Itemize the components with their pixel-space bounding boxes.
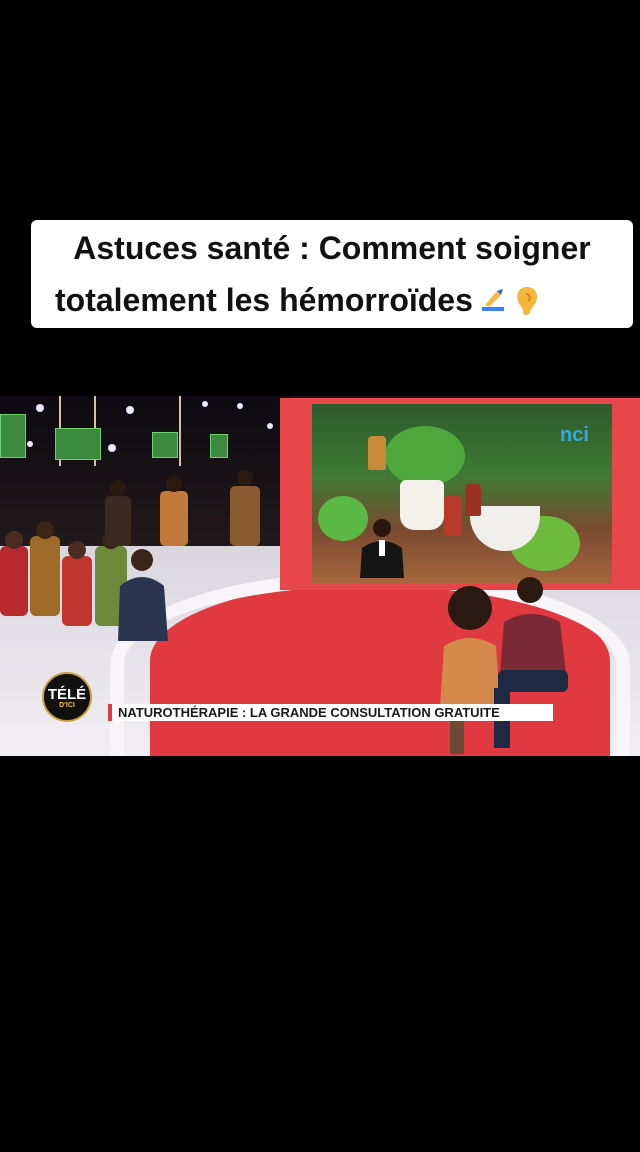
studio-monitor bbox=[55, 428, 101, 460]
caption-line-1: Astuces santé : Comment soigner bbox=[73, 230, 591, 266]
channel-logo-sub: D'ICI bbox=[59, 702, 75, 709]
video-frame[interactable]: nci TÉLÉ D'ICI NATUROTHÉRAPIE: LA GRAND… bbox=[0, 396, 640, 756]
studio-monitor bbox=[210, 434, 228, 458]
caption-line-2-text: totalement les hémorroïdes bbox=[55, 282, 473, 318]
lower-third-banner: NATUROTHÉRAPIE : LA GRANDE CONSULTATION … bbox=[108, 704, 553, 721]
caption-box: Astuces santé : Comment soigner totaleme… bbox=[31, 220, 633, 328]
herb-plant bbox=[385, 426, 465, 486]
studio-monitor bbox=[0, 414, 26, 458]
channel-logo-text: TÉLÉ bbox=[47, 686, 87, 703]
writing-hand-icon bbox=[481, 289, 504, 311]
caption-line-2: totalement les hémorroïdes bbox=[55, 280, 640, 320]
oil-bottle bbox=[465, 484, 481, 516]
broadcaster-tag: nci bbox=[560, 424, 589, 446]
oil-bottle bbox=[368, 436, 386, 470]
musicians-group bbox=[105, 470, 260, 546]
stage-lights bbox=[27, 396, 273, 466]
ear-icon bbox=[517, 287, 538, 315]
studio-monitor bbox=[152, 432, 178, 458]
channel-logo: TÉLÉ D'ICI bbox=[42, 672, 92, 722]
guest-man-left bbox=[118, 549, 168, 641]
oil-bottle bbox=[444, 496, 462, 536]
guest-man-right bbox=[494, 577, 568, 748]
lower-third-text: NATUROTHÉRAPIE : LA GRANDE CONSULTATION … bbox=[118, 705, 500, 720]
host-presenter bbox=[360, 519, 404, 578]
